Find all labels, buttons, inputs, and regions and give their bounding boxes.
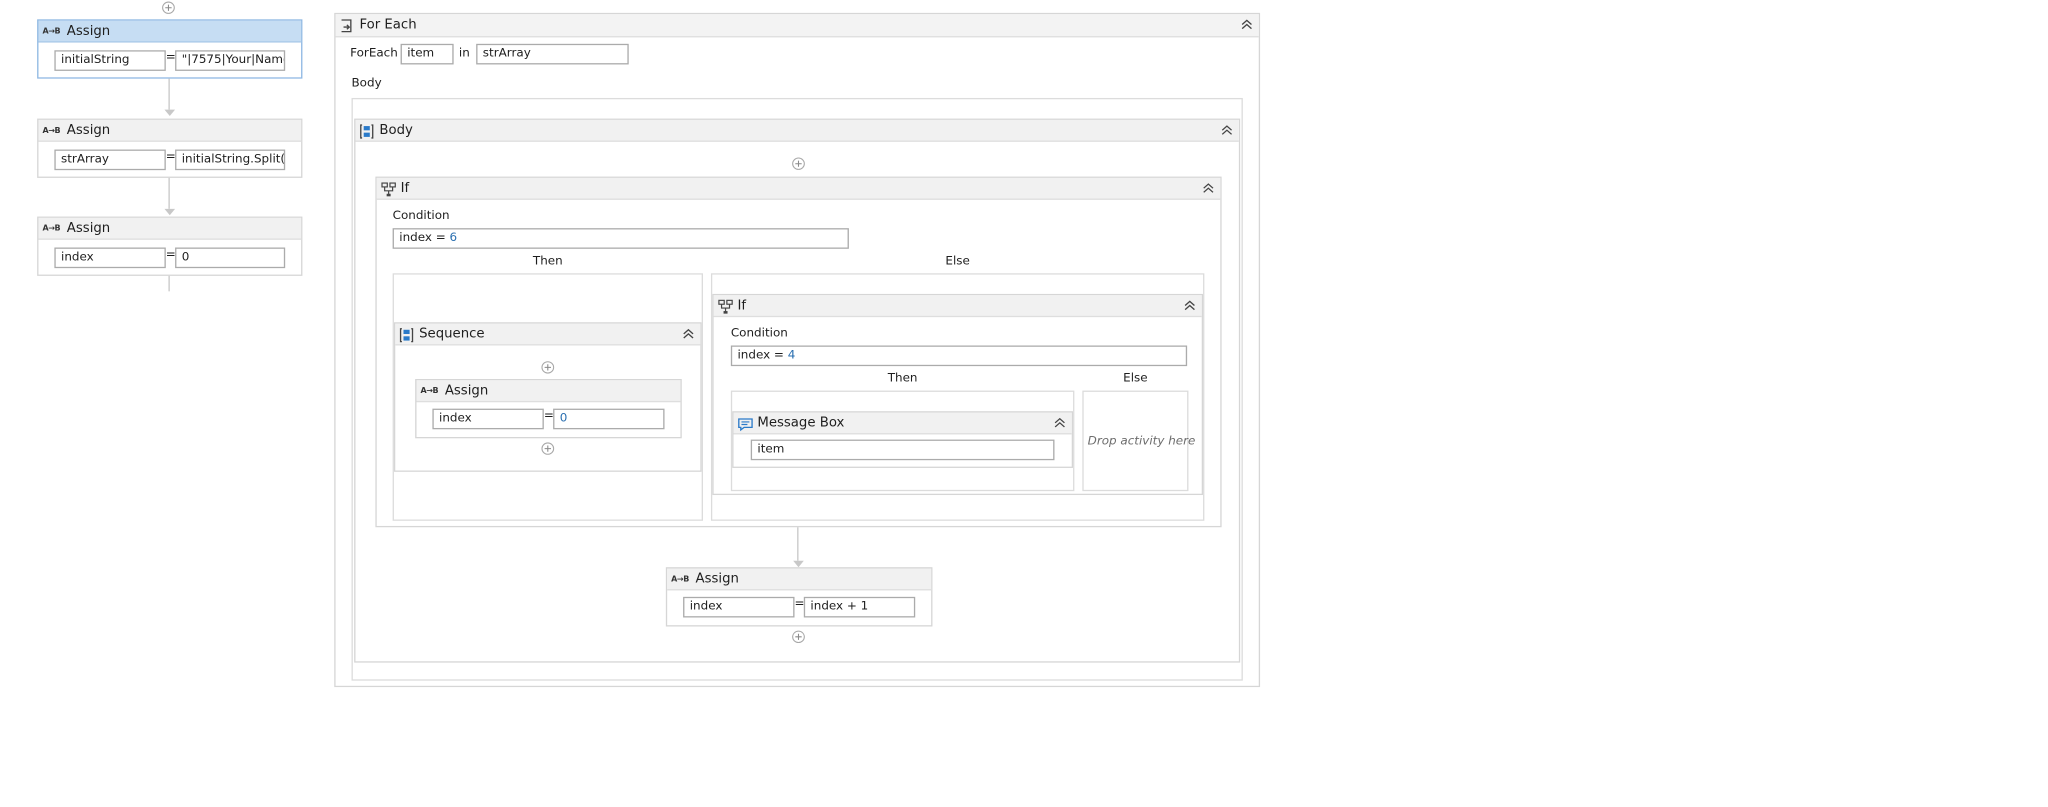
- assign-value-field[interactable]: index + 1: [803, 596, 916, 618]
- assign-value-field[interactable]: 0: [175, 247, 286, 269]
- collapse-icon[interactable]: [1053, 413, 1066, 434]
- else-label: Else: [1123, 372, 1148, 386]
- foreach-icon: [340, 18, 353, 33]
- assign-activity-index[interactable]: A→B Assign index = 0: [37, 216, 303, 276]
- assign-title: Assign: [66, 23, 111, 39]
- equals-sign: =: [165, 248, 176, 262]
- assign-header[interactable]: A→B Assign: [416, 380, 681, 403]
- foreach-item-field[interactable]: item: [400, 43, 454, 65]
- foreach-title: For Each: [359, 18, 417, 33]
- assign-header[interactable]: A→B Assign: [38, 20, 302, 43]
- condition-field[interactable]: index = 6: [392, 228, 849, 249]
- assign-header[interactable]: A→B Assign: [667, 568, 932, 591]
- assign-title: Assign: [444, 383, 489, 398]
- if-activity-index-6[interactable]: If Condition index = 6 Then Else Sequenc…: [375, 176, 1222, 528]
- condition-field[interactable]: index = 4: [730, 345, 1188, 367]
- sequence-header[interactable]: Sequence: [395, 323, 701, 346]
- assign-icon: A→B: [671, 574, 689, 584]
- assign-value-field[interactable]: 0: [553, 408, 665, 430]
- sequence-title: Sequence: [419, 326, 485, 341]
- assign-value-field[interactable]: "|7575|Your|Name|: [175, 50, 286, 71]
- condition-value: 6: [449, 232, 458, 245]
- collapse-icon[interactable]: [1202, 178, 1215, 199]
- assign-to-field[interactable]: index: [54, 247, 166, 269]
- assign-icon: A→B: [42, 223, 61, 233]
- assign-title: Assign: [66, 221, 111, 236]
- collapse-icon[interactable]: [1183, 295, 1196, 316]
- foreach-activity[interactable]: For Each ForEach item in strArray Body B…: [334, 12, 1261, 688]
- body-label: Body: [351, 77, 382, 91]
- sequence-activity[interactable]: Sequence A→B Assign index = 0: [393, 322, 702, 472]
- collapse-icon[interactable]: [1220, 120, 1233, 141]
- assign-icon: A→B: [42, 125, 61, 135]
- assign-icon: A→B: [42, 26, 61, 36]
- message-box-icon: [737, 416, 753, 431]
- drop-activity-hint: Drop activity here: [1087, 435, 1196, 449]
- connector: [168, 275, 170, 292]
- connector-arrow: [164, 208, 176, 216]
- sequence-icon: [399, 327, 414, 342]
- if-activity-index-4[interactable]: If Condition index = 4 Then Else Message…: [712, 293, 1204, 496]
- assign-header[interactable]: A→B Assign: [38, 119, 302, 142]
- body-sequence-activity[interactable]: Body If Condition index = 6 Then Else Se…: [354, 118, 1241, 663]
- collapse-icon[interactable]: [682, 324, 695, 345]
- assign-activity-index-increment[interactable]: A→B Assign index = index + 1: [665, 567, 933, 627]
- connector: [797, 527, 799, 561]
- sequence-icon: [359, 123, 374, 138]
- condition-label: Condition: [730, 327, 788, 341]
- condition-value: 4: [787, 349, 796, 363]
- message-text-field[interactable]: item: [750, 439, 1055, 461]
- body-sequence-title: Body: [379, 123, 413, 138]
- connector: [168, 78, 170, 110]
- if-icon: [718, 298, 733, 313]
- assign-icon: A→B: [420, 386, 439, 396]
- if-header[interactable]: If: [713, 295, 1202, 318]
- assign-activity-str-array[interactable]: A→B Assign strArray = initialString.Spli…: [37, 118, 303, 178]
- message-box-activity[interactable]: Message Box item: [732, 411, 1074, 468]
- assign-to-field[interactable]: initialString: [54, 50, 166, 71]
- equals-sign: =: [794, 598, 805, 612]
- assign-header[interactable]: A→B Assign: [38, 217, 302, 240]
- message-box-title: Message Box: [757, 415, 845, 430]
- assign-title: Assign: [66, 123, 111, 138]
- add-activity-icon[interactable]: [541, 442, 555, 455]
- then-label: Then: [887, 372, 918, 386]
- add-activity-icon[interactable]: [541, 361, 555, 374]
- if-title: If: [400, 181, 410, 196]
- foreach-label: ForEach: [350, 47, 398, 61]
- workflow-designer-canvas: A→B Assign initialString = "|7575|Your|N…: [0, 0, 2048, 807]
- assign-to-field[interactable]: index: [683, 596, 795, 618]
- connector: [168, 177, 170, 209]
- collapse-icon[interactable]: [1240, 14, 1253, 35]
- assign-to-field[interactable]: index: [432, 408, 544, 430]
- if-icon: [381, 181, 396, 196]
- assign-value-field[interactable]: initialString.Split(C: [175, 149, 286, 171]
- assign-to-field[interactable]: strArray: [54, 149, 166, 171]
- equals-sign: =: [165, 51, 176, 65]
- foreach-header[interactable]: For Each: [335, 14, 1259, 38]
- equals-sign: =: [543, 409, 554, 423]
- condition-label: Condition: [392, 210, 450, 224]
- equals-sign: =: [165, 150, 176, 164]
- foreach-collection-field[interactable]: strArray: [476, 43, 629, 65]
- if-header[interactable]: If: [376, 177, 1221, 200]
- if-title: If: [737, 298, 747, 313]
- else-label: Else: [945, 255, 970, 269]
- assign-activity-index-reset[interactable]: A→B Assign index = 0: [415, 378, 682, 439]
- connector-arrow: [164, 109, 176, 117]
- assign-title: Assign: [695, 571, 739, 586]
- in-label: in: [458, 47, 470, 61]
- add-activity-icon[interactable]: [792, 630, 805, 644]
- assign-activity-initial-string[interactable]: A→B Assign initialString = "|7575|Your|N…: [37, 19, 303, 79]
- message-box-header[interactable]: Message Box: [733, 412, 1072, 435]
- then-label: Then: [532, 255, 563, 269]
- body-sequence-header[interactable]: Body: [355, 119, 1239, 142]
- add-activity-icon[interactable]: [792, 157, 805, 170]
- add-activity-icon[interactable]: [162, 1, 175, 14]
